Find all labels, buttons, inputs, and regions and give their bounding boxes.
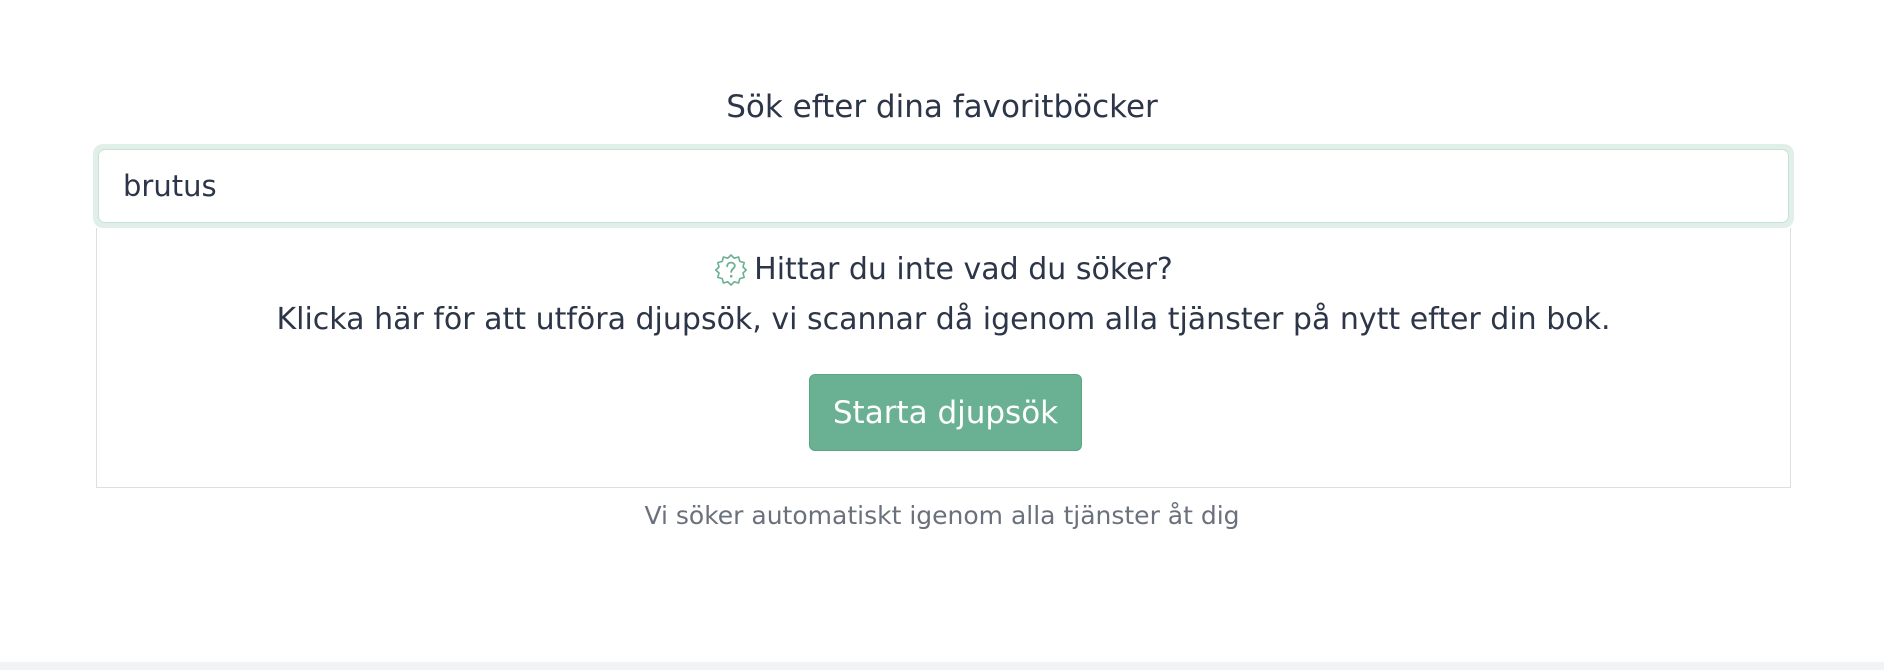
deep-search-panel: Hittar du inte vad du söker? Klicka här … bbox=[96, 228, 1791, 488]
search-input-wrapper bbox=[93, 144, 1794, 228]
help-badge-icon bbox=[714, 253, 748, 287]
deep-search-description: Klicka här för att utföra djupsök, vi sc… bbox=[276, 302, 1611, 337]
search-input[interactable] bbox=[98, 149, 1789, 223]
deep-search-title: Hittar du inte vad du söker? bbox=[754, 252, 1173, 287]
start-deep-search-button[interactable]: Starta djupsök bbox=[809, 374, 1082, 451]
search-heading: Sök efter dina favoritböcker bbox=[726, 89, 1158, 125]
auto-search-note: Vi söker automatiskt igenom alla tjänste… bbox=[644, 501, 1240, 530]
page-bottom-divider bbox=[0, 662, 1884, 670]
deep-search-title-row: Hittar du inte vad du söker? bbox=[97, 248, 1790, 292]
